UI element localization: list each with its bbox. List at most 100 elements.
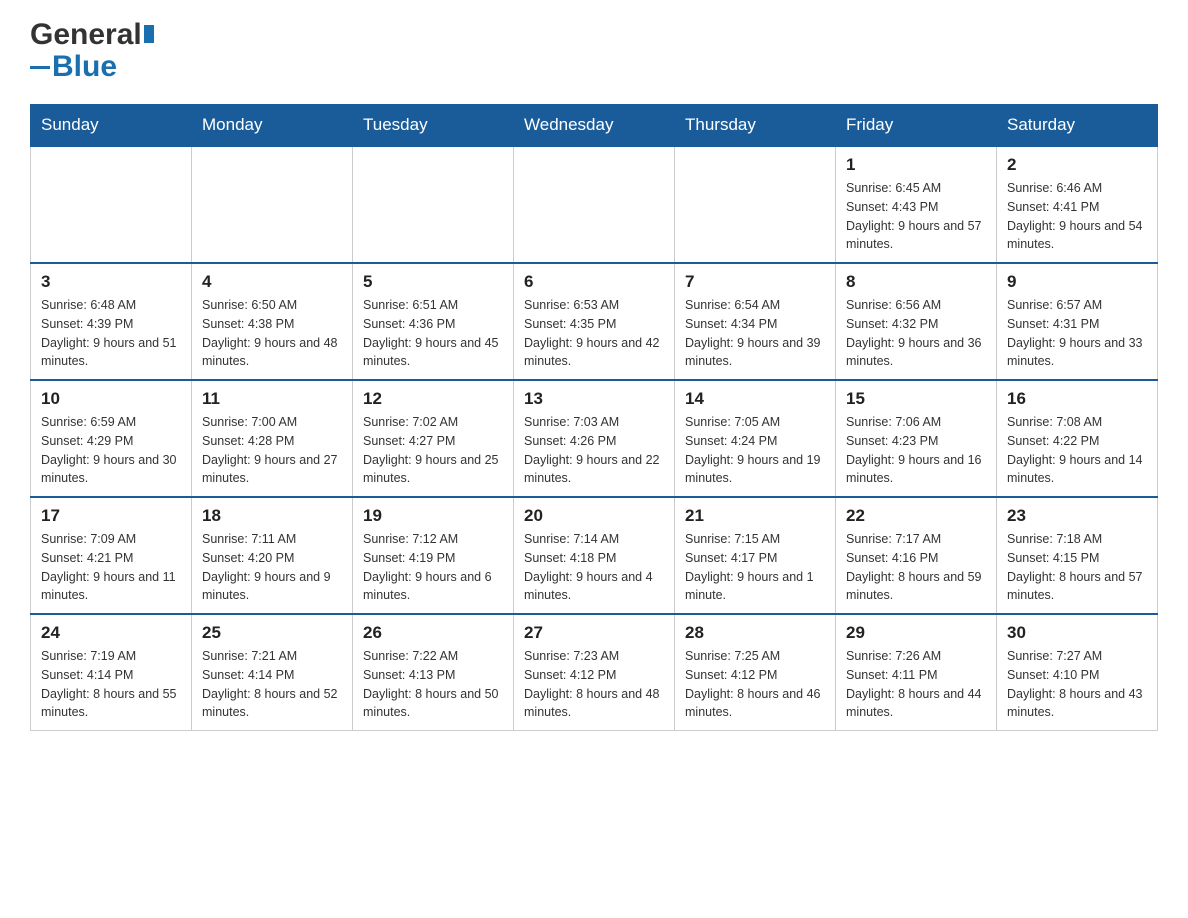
weekday-header-sunday: Sunday (31, 105, 192, 147)
day-number: 2 (1007, 155, 1147, 175)
day-cell: 25 Sunrise: 7:21 AMSunset: 4:14 PMDayligh… (192, 614, 353, 731)
day-number: 17 (41, 506, 181, 526)
day-info: Sunrise: 7:11 AMSunset: 4:20 PMDaylight:… (202, 530, 342, 605)
weekday-header-thursday: Thursday (675, 105, 836, 147)
day-cell: 11 Sunrise: 7:00 AMSunset: 4:28 PMDayligh… (192, 380, 353, 497)
day-cell: 14Sunrise: 7:05 AMSunset: 4:24 PMDayligh… (675, 380, 836, 497)
day-number: 5 (363, 272, 503, 292)
day-number: 8 (846, 272, 986, 292)
day-cell: 24 Sunrise: 7:19 AMSunset: 4:14 PMDayligh… (31, 614, 192, 731)
day-number: 28 (685, 623, 825, 643)
day-cell (31, 146, 192, 263)
day-number: 19 (363, 506, 503, 526)
day-number: 22 (846, 506, 986, 526)
day-info: Sunrise: 7:19 AMSunset: 4:14 PMDaylight:… (41, 647, 181, 722)
page-header: General Blue (30, 20, 1158, 84)
day-number: 16 (1007, 389, 1147, 409)
day-cell: 3Sunrise: 6:48 AMSunset: 4:39 PMDaylight… (31, 263, 192, 380)
day-cell: 16 Sunrise: 7:08 AMSunset: 4:22 PMDayligh… (997, 380, 1158, 497)
logo: General Blue (30, 20, 154, 84)
day-info: Sunrise: 7:18 AMSunset: 4:15 PMDaylight:… (1007, 530, 1147, 605)
day-number: 9 (1007, 272, 1147, 292)
day-info: Sunrise: 7:08 AMSunset: 4:22 PMDaylight:… (1007, 413, 1147, 488)
day-cell: 28 Sunrise: 7:25 AMSunset: 4:12 PMDayligh… (675, 614, 836, 731)
day-number: 4 (202, 272, 342, 292)
weekday-header-friday: Friday (836, 105, 997, 147)
day-info: Sunrise: 6:56 AMSunset: 4:32 PMDaylight:… (846, 296, 986, 371)
day-number: 21 (685, 506, 825, 526)
day-info: Sunrise: 7:26 AMSunset: 4:11 PMDaylight:… (846, 647, 986, 722)
day-cell: 27Sunrise: 7:23 AMSunset: 4:12 PMDayligh… (514, 614, 675, 731)
day-cell: 19 Sunrise: 7:12 AMSunset: 4:19 PMDayligh… (353, 497, 514, 614)
day-cell: 7 Sunrise: 6:54 AMSunset: 4:34 PMDaylight… (675, 263, 836, 380)
day-info: Sunrise: 7:06 AMSunset: 4:23 PMDaylight:… (846, 413, 986, 488)
day-cell: 23 Sunrise: 7:18 AMSunset: 4:15 PMDayligh… (997, 497, 1158, 614)
weekday-header-row: SundayMondayTuesdayWednesdayThursdayFrid… (31, 105, 1158, 147)
day-number: 13 (524, 389, 664, 409)
day-info: Sunrise: 7:03 AMSunset: 4:26 PMDaylight:… (524, 413, 664, 488)
day-cell: 4Sunrise: 6:50 AMSunset: 4:38 PMDaylight… (192, 263, 353, 380)
day-cell: 2 Sunrise: 6:46 AMSunset: 4:41 PMDaylight… (997, 146, 1158, 263)
day-number: 10 (41, 389, 181, 409)
weekday-header-wednesday: Wednesday (514, 105, 675, 147)
day-info: Sunrise: 7:17 AMSunset: 4:16 PMDaylight:… (846, 530, 986, 605)
day-info: Sunrise: 6:51 AMSunset: 4:36 PMDaylight:… (363, 296, 503, 371)
day-number: 18 (202, 506, 342, 526)
day-cell: 20 Sunrise: 7:14 AMSunset: 4:18 PMDayligh… (514, 497, 675, 614)
day-number: 6 (524, 272, 664, 292)
day-info: Sunrise: 7:21 AMSunset: 4:14 PMDaylight:… (202, 647, 342, 722)
day-info: Sunrise: 7:00 AMSunset: 4:28 PMDaylight:… (202, 413, 342, 488)
day-cell: 13 Sunrise: 7:03 AMSunset: 4:26 PMDayligh… (514, 380, 675, 497)
weekday-header-tuesday: Tuesday (353, 105, 514, 147)
day-cell: 10 Sunrise: 6:59 AMSunset: 4:29 PMDayligh… (31, 380, 192, 497)
day-cell: 6 Sunrise: 6:53 AMSunset: 4:35 PMDaylight… (514, 263, 675, 380)
day-number: 24 (41, 623, 181, 643)
day-number: 7 (685, 272, 825, 292)
day-cell: 26Sunrise: 7:22 AMSunset: 4:13 PMDayligh… (353, 614, 514, 731)
day-info: Sunrise: 7:09 AMSunset: 4:21 PMDaylight:… (41, 530, 181, 605)
day-number: 11 (202, 389, 342, 409)
day-number: 25 (202, 623, 342, 643)
day-number: 3 (41, 272, 181, 292)
day-info: Sunrise: 7:25 AMSunset: 4:12 PMDaylight:… (685, 647, 825, 722)
day-number: 27 (524, 623, 664, 643)
day-info: Sunrise: 7:02 AMSunset: 4:27 PMDaylight:… (363, 413, 503, 488)
day-number: 23 (1007, 506, 1147, 526)
week-row-5: 24 Sunrise: 7:19 AMSunset: 4:14 PMDayligh… (31, 614, 1158, 731)
day-info: Sunrise: 6:53 AMSunset: 4:35 PMDaylight:… (524, 296, 664, 371)
day-cell (514, 146, 675, 263)
day-cell: 1Sunrise: 6:45 AMSunset: 4:43 PMDaylight… (836, 146, 997, 263)
week-row-3: 10 Sunrise: 6:59 AMSunset: 4:29 PMDayligh… (31, 380, 1158, 497)
day-info: Sunrise: 7:27 AMSunset: 4:10 PMDaylight:… (1007, 647, 1147, 722)
day-info: Sunrise: 6:46 AMSunset: 4:41 PMDaylight:… (1007, 179, 1147, 254)
day-info: Sunrise: 7:15 AMSunset: 4:17 PMDaylight:… (685, 530, 825, 605)
day-info: Sunrise: 6:59 AMSunset: 4:29 PMDaylight:… (41, 413, 181, 488)
day-cell: 29Sunrise: 7:26 AMSunset: 4:11 PMDayligh… (836, 614, 997, 731)
day-cell: 8 Sunrise: 6:56 AMSunset: 4:32 PMDaylight… (836, 263, 997, 380)
day-number: 12 (363, 389, 503, 409)
day-number: 15 (846, 389, 986, 409)
day-cell: 30 Sunrise: 7:27 AMSunset: 4:10 PMDayligh… (997, 614, 1158, 731)
week-row-4: 17 Sunrise: 7:09 AMSunset: 4:21 PMDayligh… (31, 497, 1158, 614)
day-cell: 15 Sunrise: 7:06 AMSunset: 4:23 PMDayligh… (836, 380, 997, 497)
week-row-1: 1Sunrise: 6:45 AMSunset: 4:43 PMDaylight… (31, 146, 1158, 263)
weekday-header-monday: Monday (192, 105, 353, 147)
day-number: 14 (685, 389, 825, 409)
day-cell (675, 146, 836, 263)
day-info: Sunrise: 7:12 AMSunset: 4:19 PMDaylight:… (363, 530, 503, 605)
day-info: Sunrise: 6:57 AMSunset: 4:31 PMDaylight:… (1007, 296, 1147, 371)
day-info: Sunrise: 6:45 AMSunset: 4:43 PMDaylight:… (846, 179, 986, 254)
day-number: 30 (1007, 623, 1147, 643)
day-cell (353, 146, 514, 263)
day-cell: 18 Sunrise: 7:11 AMSunset: 4:20 PMDayligh… (192, 497, 353, 614)
calendar-table: SundayMondayTuesdayWednesdayThursdayFrid… (30, 104, 1158, 731)
day-info: Sunrise: 6:54 AMSunset: 4:34 PMDaylight:… (685, 296, 825, 371)
day-info: Sunrise: 7:14 AMSunset: 4:18 PMDaylight:… (524, 530, 664, 605)
day-cell: 21 Sunrise: 7:15 AMSunset: 4:17 PMDayligh… (675, 497, 836, 614)
day-cell: 9 Sunrise: 6:57 AMSunset: 4:31 PMDaylight… (997, 263, 1158, 380)
day-number: 26 (363, 623, 503, 643)
day-cell: 5 Sunrise: 6:51 AMSunset: 4:36 PMDaylight… (353, 263, 514, 380)
logo-text: General (30, 20, 154, 50)
logo-general: General (30, 18, 142, 51)
day-number: 20 (524, 506, 664, 526)
